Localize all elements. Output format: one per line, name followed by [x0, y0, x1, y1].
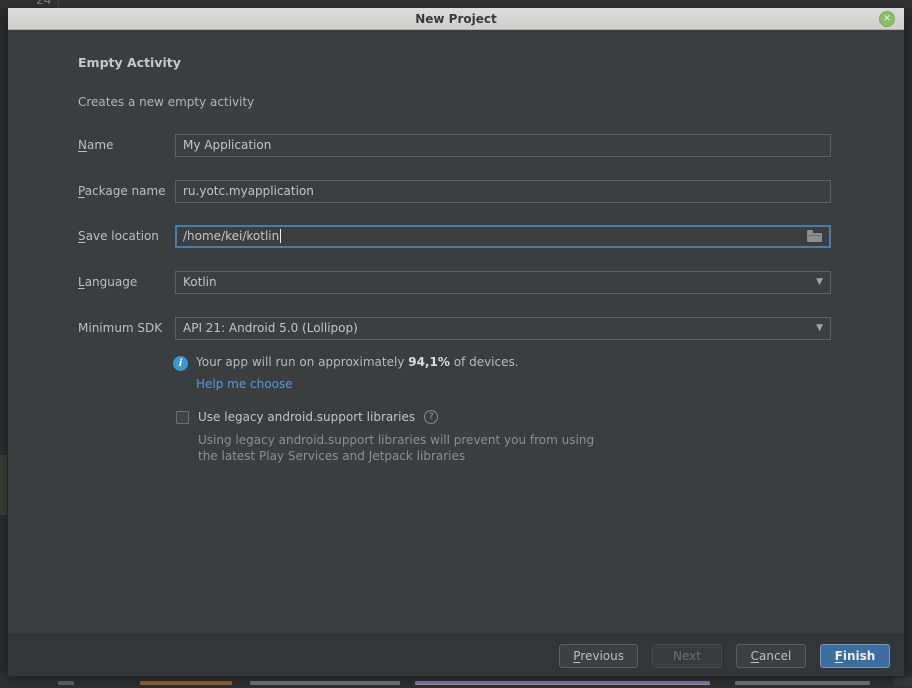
finish-button[interactable]: Finish: [820, 644, 890, 668]
text-cursor: [280, 229, 281, 243]
background-code-fragment: [415, 681, 710, 685]
minimum-sdk-dropdown[interactable]: API 21: Android 5.0 (Lollipop) ▼: [175, 317, 831, 340]
background-editor-top: 24: [0, 0, 912, 8]
package-name-input[interactable]: ru.yotc.myapplication: [175, 180, 831, 203]
package-name-value: ru.yotc.myapplication: [183, 184, 314, 198]
dialog-button-bar: Previous Next Cancel Finish: [8, 634, 904, 676]
previous-button[interactable]: Previous: [559, 644, 638, 668]
legacy-support-row: Use legacy android.support libraries ?: [176, 410, 438, 424]
legacy-support-description: Using legacy android.support libraries w…: [198, 432, 594, 464]
minimum-sdk-label: Minimum SDK: [78, 321, 175, 335]
close-icon[interactable]: ✕: [879, 11, 895, 27]
page-subtitle: Creates a new empty activity: [78, 95, 254, 109]
legacy-support-label[interactable]: Use legacy android.support libraries: [198, 410, 415, 424]
sdk-info: i Your app will run on approximately 94,…: [173, 355, 519, 371]
legacy-support-checkbox[interactable]: [176, 411, 189, 424]
folder-browse-icon[interactable]: [807, 233, 822, 242]
save-location-input[interactable]: /home/kei/kotlin: [175, 225, 831, 248]
save-location-label: Save location: [78, 229, 175, 243]
name-row: Name My Application: [78, 132, 831, 158]
chevron-down-icon: ▼: [816, 324, 823, 333]
language-label: Language: [78, 275, 175, 289]
minimum-sdk-value: API 21: Android 5.0 (Lollipop): [183, 321, 358, 335]
package-name-row: Package name ru.yotc.myapplication: [78, 178, 831, 204]
package-name-label: Package name: [78, 184, 175, 198]
chevron-down-icon: ▼: [816, 278, 823, 287]
name-label: Name: [78, 138, 175, 152]
background-code-fragment: [140, 681, 232, 685]
new-project-dialog: New Project ✕ Empty Activity Creates a n…: [8, 8, 904, 676]
name-value: My Application: [183, 138, 271, 152]
language-dropdown[interactable]: Kotlin ▼: [175, 271, 831, 294]
background-editor-bottom: [0, 676, 912, 688]
save-location-value: /home/kei/kotlin: [183, 229, 279, 243]
device-percentage: 94,1%: [408, 355, 450, 369]
next-button: Next: [652, 644, 722, 668]
cancel-button[interactable]: Cancel: [736, 644, 806, 668]
name-input[interactable]: My Application: [175, 134, 831, 157]
help-icon[interactable]: ?: [424, 410, 438, 424]
background-code-fragment: [250, 681, 400, 685]
minimum-sdk-row: Minimum SDK API 21: Android 5.0 (Lollipo…: [78, 315, 831, 341]
background-editor-left-fragment: [0, 455, 7, 515]
background-code-fragment: [58, 681, 74, 685]
dialog-title: New Project: [415, 12, 497, 26]
background-code-fragment: [735, 681, 870, 685]
save-location-row: Save location /home/kei/kotlin: [78, 223, 831, 249]
background-gutter-divider: [58, 0, 59, 8]
help-me-choose-link[interactable]: Help me choose: [196, 377, 293, 391]
info-icon: i: [173, 356, 188, 371]
background-code-fragment: [893, 678, 912, 686]
language-row: Language Kotlin ▼: [78, 269, 831, 295]
dialog-titlebar[interactable]: New Project ✕: [8, 8, 904, 30]
language-value: Kotlin: [183, 275, 217, 289]
sdk-info-text: Your app will run on approximately 94,1%…: [196, 355, 519, 369]
page-title: Empty Activity: [78, 55, 181, 70]
background-line-number: 24: [36, 0, 51, 7]
